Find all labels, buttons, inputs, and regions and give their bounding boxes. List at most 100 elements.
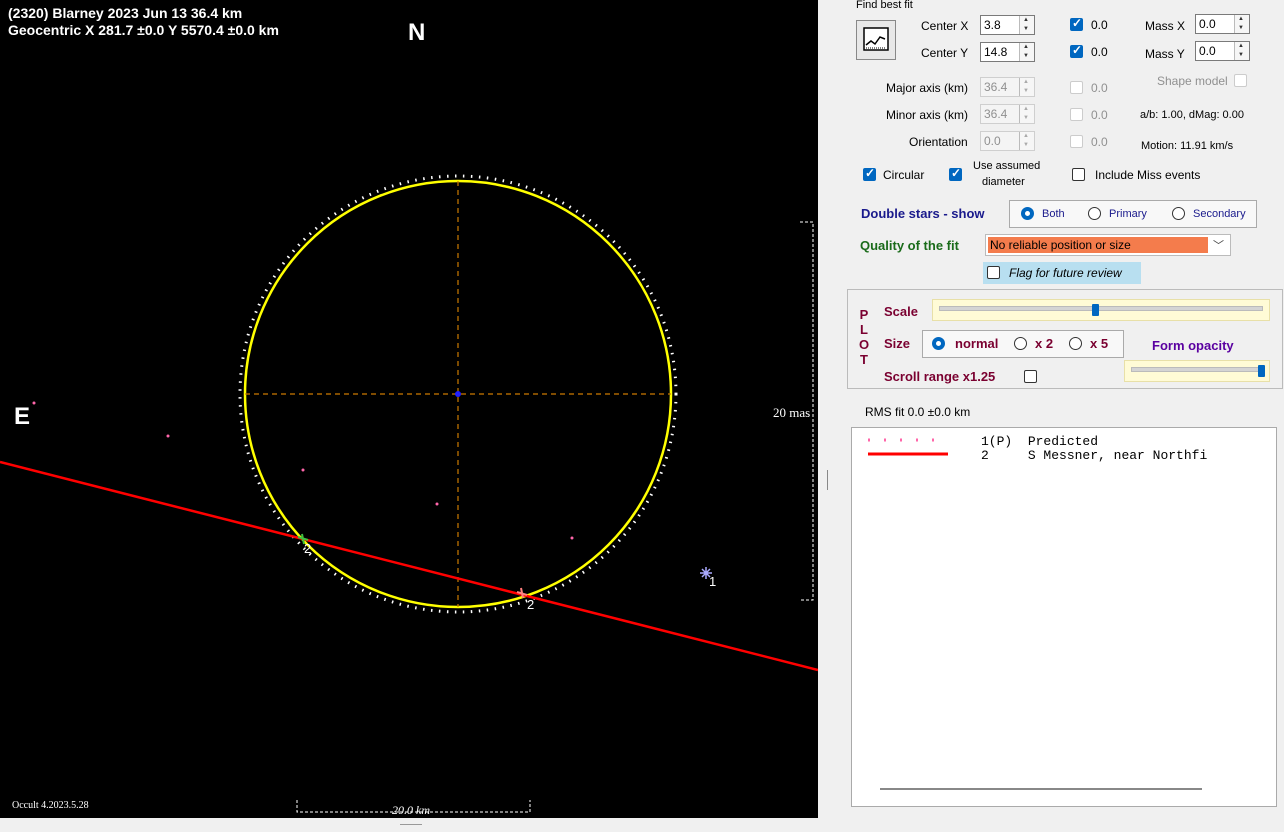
major-axis-checkbox[interactable] [1070,81,1083,94]
status-strip [0,818,1284,832]
pink-dot [32,401,36,405]
pink-dot [166,434,170,438]
circular-label: Circular [883,168,925,182]
center-y-spinner[interactable] [1019,43,1034,61]
legend-row-id: 1(P) [981,434,1013,449]
center-y-uncertainty: 0.0 [1091,45,1108,59]
flag-review-checkbox[interactable] [987,266,1000,279]
pink-dot [570,536,574,540]
size-normal-label: normal [955,336,999,351]
find-best-fit-label: Find best fit [856,0,913,11]
minor-axis-spinner[interactable] [1019,105,1034,123]
mas-scale-label: 20 mas [773,405,811,420]
center-y-checkbox[interactable] [1070,43,1083,58]
mass-y-spinner[interactable] [1234,42,1249,60]
orientation-label: Orientation [909,135,968,149]
shape-model-checkbox[interactable] [1234,74,1247,87]
size-normal-radio[interactable] [932,337,945,350]
observers-legend[interactable]: 1(P) Predicted 2 S Messner, near Northfi [851,427,1277,807]
minor-axis-input[interactable]: 36.4 [980,104,1035,124]
mass-x-spinner[interactable] [1234,15,1249,33]
double-stars-primary-label: Primary [1109,208,1147,220]
use-assumed-diameter-checkbox[interactable] [949,166,962,181]
legend-row-name: Predicted [1027,434,1099,449]
ab-dmag-readout: a/b: 1.00, dMag: 0.00 [1140,109,1244,121]
size-x2-radio[interactable] [1014,337,1027,350]
plot-vertical-label: P L O T [858,307,870,367]
center-y-label: Center Y [921,46,969,60]
find-best-fit-button[interactable] [856,20,896,60]
orientation-spinner[interactable] [1019,132,1034,150]
orientation-checkbox[interactable] [1070,135,1083,148]
title-line-1: (2320) Blarney 2023 Jun 13 36.4 km [8,5,243,21]
rms-fit-readout: RMS fit 0.0 ±0.0 km [865,405,971,419]
double-stars-secondary-label: Secondary [1193,208,1246,220]
chord-label: 2 [527,597,535,612]
circular-checkbox[interactable] [863,166,876,181]
double-stars-both-radio[interactable] [1021,207,1034,220]
legend-scrollbar[interactable] [880,788,1202,790]
form-opacity-slider[interactable] [1124,360,1270,382]
include-miss-checkbox[interactable] [1072,168,1085,181]
form-opacity-slider-thumb[interactable] [1258,365,1265,377]
motion-readout: Motion: 11.91 km/s [1141,140,1234,152]
major-axis-spinner[interactable] [1019,78,1034,96]
plot-title: (2320) Blarney 2023 Jun 13 36.4 km Geoce… [8,5,279,39]
orientation-input[interactable]: 0.0 [980,131,1035,151]
shape-model-label: Shape model [1157,74,1228,88]
mass-y-input[interactable]: 0.0 [1195,41,1250,61]
occultation-plot[interactable]: (2320) Blarney 2023 Jun 13 36.4 km Geoce… [0,0,818,818]
orientation-uncertainty: 0.0 [1091,135,1108,149]
legend-row[interactable]: 1(P) Predicted [981,435,1098,449]
km-scale-label: 20.0 km [392,803,430,817]
major-axis-label: Major axis (km) [886,81,969,95]
major-axis-input[interactable]: 36.4 [980,77,1035,97]
quality-label: Quality of the fit [860,238,959,253]
chord-label: 2 [304,541,312,556]
center-point [455,391,461,397]
size-label: Size [884,336,911,351]
quality-selected-value: No reliable position or size [988,237,1208,253]
double-stars-secondary-radio[interactable] [1172,207,1185,220]
mass-y-label: Mass Y [1145,47,1185,61]
scale-slider-thumb[interactable] [1092,304,1100,316]
double-stars-label: Double stars - show [861,206,985,221]
quality-dropdown[interactable]: No reliable position or size ﹀ [985,234,1231,256]
scroll-range-label: Scroll range x1.25 [884,369,996,384]
legend-row-id: 2 [981,448,989,463]
chord-label: 1 [709,574,717,589]
double-stars-both-label: Both [1042,208,1065,220]
north-label: N [408,19,426,46]
center-x-input[interactable]: 3.8 [980,15,1035,35]
flag-review-label: Flag for future review [1009,266,1122,280]
minor-axis-checkbox[interactable] [1070,108,1083,121]
include-miss-label: Include Miss events [1095,168,1201,182]
fit-panel: Find best fit Center X 3.8 0.0 Mass X 0.… [846,0,1284,818]
major-axis-uncertainty: 0.0 [1091,81,1108,95]
scale-slider[interactable] [932,299,1270,321]
center-y-input[interactable]: 14.8 [980,42,1035,62]
plot-settings-group: P L O T Scale Size normal x 2 x 5 Form o… [847,289,1283,389]
resize-grip[interactable] [400,824,422,826]
best-fit-chart-icon [863,27,889,51]
center-x-checkbox[interactable] [1070,16,1083,31]
scroll-range-checkbox[interactable] [1024,370,1037,383]
scale-label: Scale [884,304,918,319]
use-assumed-line-2: diameter [982,176,1025,188]
center-x-uncertainty: 0.0 [1091,18,1108,32]
splitter-handle[interactable] [827,470,828,490]
double-stars-primary-radio[interactable] [1088,207,1101,220]
chevron-down-icon[interactable]: ﹀ [1213,237,1224,253]
version-label: Occult 4.2023.5.28 [12,800,89,811]
legend-swatches [868,438,948,456]
center-x-spinner[interactable] [1019,16,1034,34]
size-x5-label: x 5 [1090,336,1109,351]
pink-dot [435,502,439,506]
legend-row[interactable]: 2 S Messner, near Northfi [981,449,1207,463]
center-x-label: Center X [921,19,969,33]
title-line-2: Geocentric X 281.7 ±0.0 Y 5570.4 ±0.0 km [8,22,279,38]
use-assumed-line-1: Use assumed [973,160,1041,172]
legend-row-name: S Messner, near Northfi [1027,448,1208,463]
mass-x-input[interactable]: 0.0 [1195,14,1250,34]
size-x5-radio[interactable] [1069,337,1082,350]
